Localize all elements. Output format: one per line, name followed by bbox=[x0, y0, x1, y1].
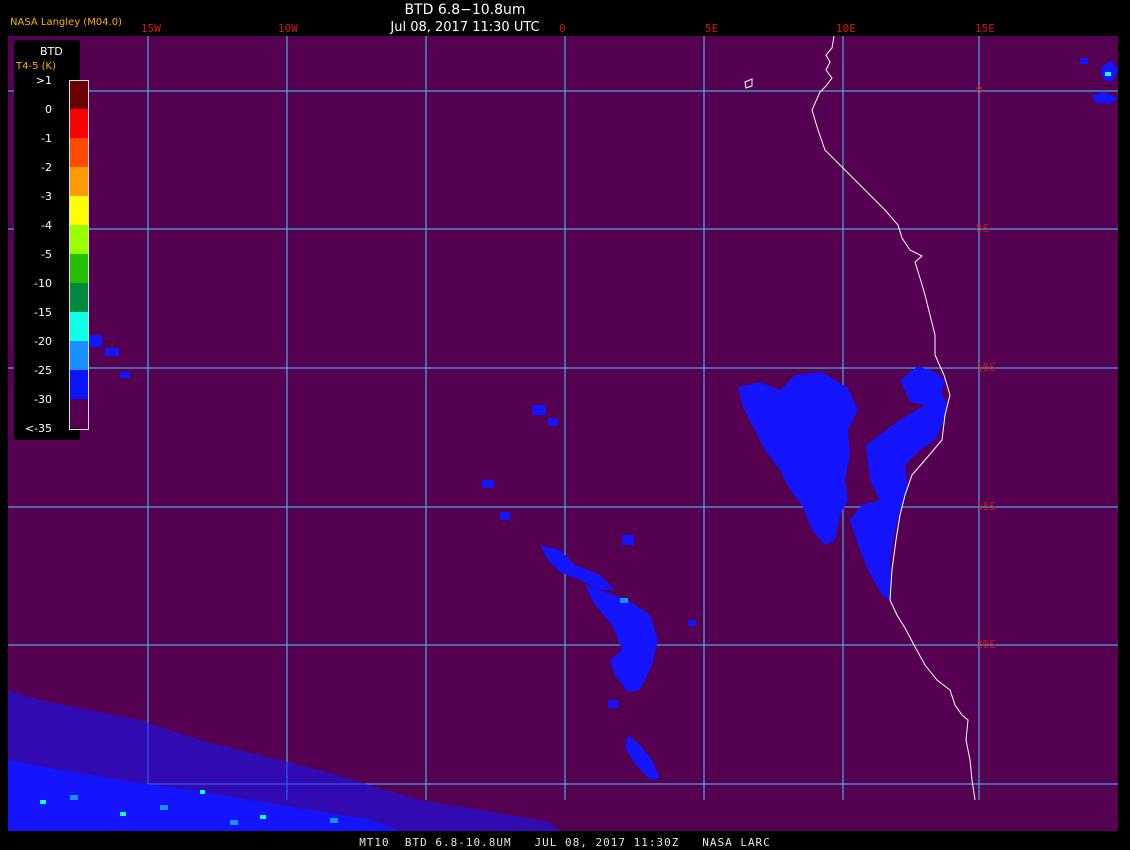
legend-tick-4: -3 bbox=[41, 190, 52, 203]
lon-label-0: 0 bbox=[559, 22, 566, 35]
chart-title: BTD 6.8−10.8um bbox=[404, 2, 526, 18]
legend-tick-2: -1 bbox=[41, 132, 52, 145]
legend-title: BTD bbox=[40, 45, 63, 58]
legend-units: T4-5 (K) bbox=[16, 61, 56, 72]
legend-tick-10: -25 bbox=[34, 364, 52, 377]
lon-label-15w: 15W bbox=[141, 22, 161, 35]
legend-tick-5: -4 bbox=[41, 219, 52, 232]
legend-tick-1: 0 bbox=[45, 103, 52, 116]
lat-label-5s: 5S bbox=[976, 222, 990, 235]
lon-label-5e: 5E bbox=[705, 22, 719, 35]
datetime-label: Jul 08, 2017 11:30 UTC bbox=[390, 20, 540, 35]
legend-frame bbox=[69, 80, 89, 430]
footer-caption: MT10 BTD 6.8-10.8UM JUL 08, 2017 11:30Z … bbox=[359, 836, 771, 849]
lon-label-10e: 10E bbox=[836, 22, 856, 35]
map-background bbox=[8, 36, 1118, 831]
lat-label-20s: 20S bbox=[976, 638, 996, 651]
lat-label-0: 0 bbox=[976, 84, 983, 97]
legend-tick-8: -15 bbox=[34, 306, 52, 319]
legend-tick-11: -30 bbox=[34, 393, 52, 406]
legend-tick-0: >1 bbox=[35, 74, 52, 87]
lat-label-15s: 15S bbox=[976, 500, 996, 513]
lat-label-10s: 10S bbox=[976, 361, 996, 374]
legend-tick-3: -2 bbox=[41, 161, 52, 174]
color-legend: BTD T4-5 (K) >1 0 -1 -2 -3 -4 -5 -10 -15 -20 -25 -3… bbox=[14, 40, 89, 440]
legend-min-label: <-35 bbox=[24, 422, 52, 435]
lon-label-15e: 15E bbox=[975, 22, 995, 35]
agency-label: NASA Langley (M04.0) bbox=[10, 17, 122, 28]
legend-tick-9: -20 bbox=[34, 335, 52, 348]
lon-label-10w: 10W bbox=[278, 22, 298, 35]
legend-tick-6: -5 bbox=[41, 248, 52, 261]
satellite-map bbox=[0, 35, 1130, 850]
legend-tick-7: -10 bbox=[34, 277, 52, 290]
